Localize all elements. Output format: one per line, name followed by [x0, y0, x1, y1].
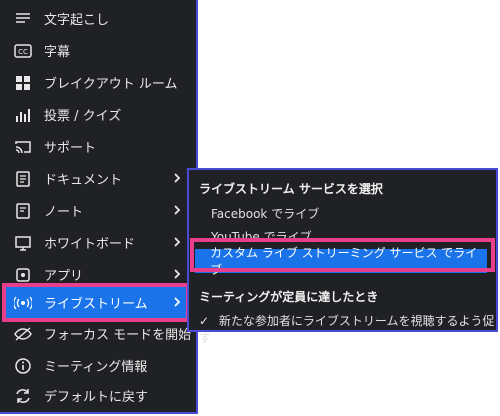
cc-icon: CC [14, 42, 32, 60]
menu-item-focus-mode[interactable]: フォーカス モードを開始 [4, 318, 192, 349]
reset-icon [14, 387, 32, 405]
menu-item-label: ホワイトボード [44, 237, 136, 252]
menu-item-label: 文字起こし [44, 13, 110, 28]
apps-icon [14, 266, 32, 284]
focus-icon [14, 325, 32, 343]
option-facebook[interactable]: Facebook でライブ [211, 205, 319, 222]
whiteboard-icon [14, 234, 32, 252]
option-prompt-viewers[interactable]: ✓ 新たな参加者にライブストリームを視聴するよう促す [199, 312, 496, 346]
menu-item-label: デフォルトに戻す [44, 390, 149, 405]
grid-icon [14, 74, 32, 92]
document-icon [14, 170, 32, 188]
menu-item-notes[interactable]: ノート [4, 195, 192, 226]
option-label: 新たな参加者にライブストリームを視聴するよう促す [199, 314, 495, 345]
cast-icon [14, 138, 32, 156]
check-icon: ✓ [199, 314, 210, 328]
menu-item-label: 投票 / クイズ [44, 109, 122, 124]
more-menu: 文字起こし CC 字幕 ブレイクアウト ルーム 投票 / クイズ サポート ドキ… [0, 0, 198, 414]
menu-item-label: アプリ [44, 269, 84, 284]
menu-item-label: フォーカス モードを開始 [44, 328, 192, 343]
note-icon [14, 202, 32, 220]
menu-item-transcript[interactable]: 文字起こし [4, 3, 192, 34]
chevron-right-icon [174, 205, 181, 215]
highlight-frame [190, 238, 495, 272]
poll-icon [14, 106, 32, 124]
submenu-heading-service: ライブストリーム サービスを選択 [199, 182, 383, 196]
menu-item-reset-default[interactable]: デフォルトに戻す [4, 380, 192, 411]
menu-item-captions[interactable]: CC 字幕 [4, 35, 192, 66]
transcript-icon [14, 10, 32, 28]
menu-item-whiteboard[interactable]: ホワイトボード [4, 227, 192, 258]
submenu-heading-capacity: ミーティングが定員に達したとき [199, 290, 379, 304]
menu-item-meeting-info[interactable]: ミーティング情報 [4, 350, 192, 381]
menu-item-label: 字幕 [44, 45, 71, 60]
info-icon [14, 357, 32, 375]
menu-item-label: サポート [44, 141, 97, 156]
menu-item-support[interactable]: サポート [4, 131, 192, 162]
menu-item-label: ノート [44, 205, 84, 220]
menu-item-poll[interactable]: 投票 / クイズ [4, 99, 192, 130]
menu-item-label: ブレイクアウト ルーム [44, 77, 178, 92]
highlight-frame [2, 283, 190, 322]
chevron-right-icon [174, 173, 181, 183]
chevron-right-icon [174, 269, 181, 279]
menu-item-documents[interactable]: ドキュメント [4, 163, 192, 194]
menu-item-breakout[interactable]: ブレイクアウト ルーム [4, 67, 192, 98]
menu-item-label: ミーティング情報 [44, 360, 148, 375]
menu-item-label: ドキュメント [44, 173, 123, 188]
chevron-right-icon [174, 237, 181, 247]
svg-text:CC: CC [18, 48, 28, 56]
